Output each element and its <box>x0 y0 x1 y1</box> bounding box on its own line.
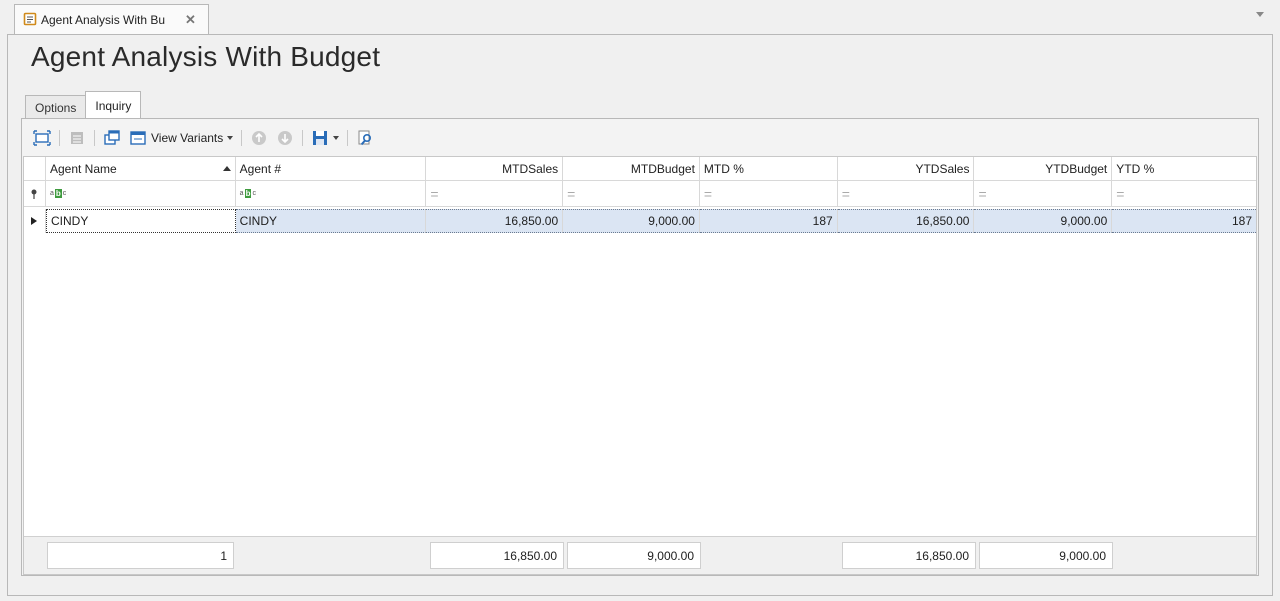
filter-cell-agent-name[interactable]: abc <box>46 181 236 206</box>
column-header-agent-name[interactable]: Agent Name <box>46 157 236 180</box>
filter-cell-ytd-pct[interactable]: = <box>1112 181 1256 206</box>
chevron-down-icon <box>333 136 340 140</box>
details-icon <box>71 132 83 144</box>
column-header-ytd-budget[interactable]: YTDBudget <box>974 157 1113 180</box>
save-layout-button[interactable] <box>307 126 343 150</box>
chevron-down-icon <box>227 136 234 140</box>
document-tab-label: Agent Analysis With Bu <box>41 13 166 27</box>
tab-inquiry[interactable]: Inquiry <box>85 91 142 119</box>
filter-cell-agent-no[interactable]: abc <box>236 181 427 206</box>
move-down-button[interactable] <box>272 126 298 150</box>
column-header-mtd-budget[interactable]: MTDBudget <box>563 157 700 180</box>
footer-mtd-budget-total: 9,000.00 <box>567 542 701 569</box>
toolbar-separator <box>347 130 349 146</box>
column-header-ytd-sales[interactable]: YTDSales <box>838 157 975 180</box>
document-tab[interactable]: Agent Analysis With Bu ✕ <box>14 4 209 35</box>
grid-header-row: Agent Name Agent # MTDSales MTDBudget MT… <box>24 157 1256 181</box>
inner-tab-strip: Options Inquiry <box>25 91 142 119</box>
equals-filter-icon: = <box>430 185 439 202</box>
footer-mtd-sales-total: 16,850.00 <box>430 542 564 569</box>
document-tab-bar: Agent Analysis With Bu ✕ <box>0 0 1280 35</box>
filter-row-indicator <box>24 181 46 206</box>
toolbar-separator <box>59 130 60 146</box>
equals-filter-icon: = <box>1116 185 1125 202</box>
column-header-label: Agent Name <box>49 161 117 176</box>
row-indicator-header <box>24 157 46 180</box>
column-header-label: MTD % <box>703 161 744 176</box>
column-header-label: YTDBudget <box>1045 161 1108 176</box>
new-window-icon <box>104 130 120 145</box>
cell-ytd-sales[interactable]: 16,850.00 <box>837 209 975 233</box>
sort-ascending-icon <box>222 166 231 171</box>
column-header-label: MTDBudget <box>630 161 695 176</box>
toolbar-separator <box>241 130 243 146</box>
cell-mtd-pct[interactable]: 187 <box>699 209 838 233</box>
close-icon[interactable]: ✕ <box>185 12 196 28</box>
text-filter-icon: abc <box>49 189 67 198</box>
move-up-button[interactable] <box>246 126 272 150</box>
save-icon <box>313 131 328 145</box>
filter-cell-mtd-budget[interactable]: = <box>563 181 700 206</box>
filter-cell-ytd-sales[interactable]: = <box>838 181 975 206</box>
filter-cell-mtd-sales[interactable]: = <box>426 181 564 206</box>
toolbar-separator <box>94 130 95 146</box>
fit-columns-button[interactable] <box>29 126 55 150</box>
details-button[interactable] <box>64 126 90 150</box>
equals-filter-icon: = <box>567 185 576 202</box>
equals-filter-icon: = <box>703 185 713 202</box>
footer-ytd-sales-total: 16,850.00 <box>842 542 976 569</box>
column-header-mtd-pct[interactable]: MTD % <box>700 157 838 180</box>
row-indicator <box>24 209 46 233</box>
find-icon <box>358 130 372 146</box>
current-row-arrow-icon <box>31 217 38 225</box>
column-header-mtd-sales[interactable]: MTDSales <box>426 157 564 180</box>
cell-mtd-budget[interactable]: 9,000.00 <box>563 209 700 233</box>
inquiry-panel: View Variants Agent Name Agent # MTDSale… <box>21 118 1259 576</box>
column-header-label: Agent # <box>239 161 282 176</box>
filter-cell-mtd-pct[interactable]: = <box>700 181 838 206</box>
column-header-ytd-pct[interactable]: YTD % <box>1112 157 1256 180</box>
report-icon <box>23 12 37 29</box>
data-grid: Agent Name Agent # MTDSales MTDBudget MT… <box>23 156 1257 575</box>
tab-options[interactable]: Options <box>25 95 87 119</box>
view-variants-icon <box>130 131 146 145</box>
find-button[interactable] <box>352 126 378 150</box>
toolbar: View Variants <box>23 120 1257 156</box>
cell-ytd-pct[interactable]: 187 <box>1112 209 1257 233</box>
column-header-label: YTDSales <box>915 161 970 176</box>
view-variants-label: View Variants <box>151 131 224 145</box>
column-header-label: YTD % <box>1116 161 1155 176</box>
table-row[interactable]: CINDY CINDY 16,850.00 9,000.00 187 16,85… <box>24 209 1257 233</box>
view-variants-button[interactable]: View Variants <box>125 126 237 150</box>
footer-count: 1 <box>47 542 234 569</box>
cell-ytd-budget[interactable]: 9,000.00 <box>974 209 1113 233</box>
auto-filter-row: abc abc = = = = = = <box>24 181 1256 207</box>
footer-ytd-budget-total: 9,000.00 <box>979 542 1113 569</box>
cell-mtd-sales[interactable]: 16,850.00 <box>426 209 564 233</box>
arrow-up-circle-icon <box>252 131 267 145</box>
filter-cell-ytd-budget[interactable]: = <box>974 181 1113 206</box>
tab-list-dropdown-icon[interactable] <box>1256 12 1264 17</box>
equals-filter-icon: = <box>978 185 987 202</box>
cell-agent-name[interactable]: CINDY <box>45 209 236 233</box>
column-header-agent-no[interactable]: Agent # <box>236 157 427 180</box>
pin-icon <box>31 189 37 199</box>
grid-footer: 1 16,850.00 9,000.00 16,850.00 9,000.00 <box>24 536 1256 574</box>
cell-agent-no[interactable]: CINDY <box>235 209 427 233</box>
toolbar-separator <box>302 130 304 146</box>
document-frame: Agent Analysis With Budget Options Inqui… <box>7 34 1273 596</box>
new-window-button[interactable] <box>99 126 125 150</box>
text-filter-icon: abc <box>239 189 256 198</box>
column-header-label: MTDSales <box>502 161 559 176</box>
page-title: Agent Analysis With Budget <box>31 41 381 72</box>
equals-filter-icon: = <box>841 185 850 202</box>
arrow-down-circle-icon <box>278 131 293 145</box>
fit-columns-icon <box>33 130 51 146</box>
